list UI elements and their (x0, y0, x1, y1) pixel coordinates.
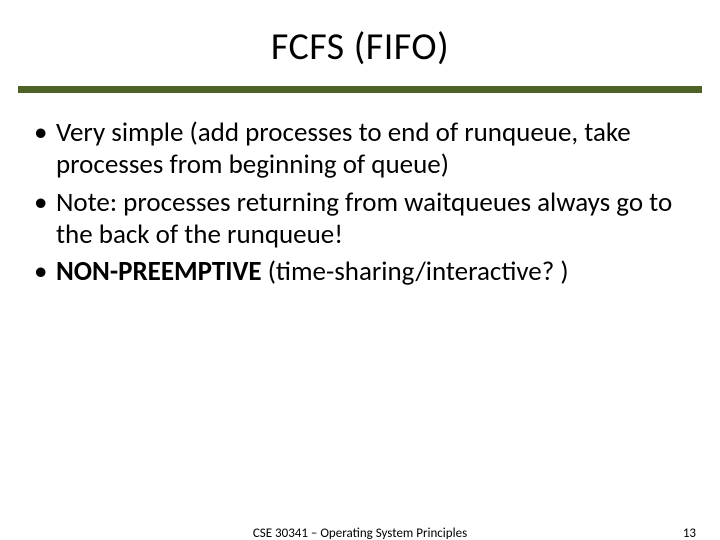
footer-page-number: 13 (683, 526, 696, 540)
slide-title: FCFS (FIFO) (0, 0, 720, 86)
slide: FCFS (FIFO) Very simple (add processes t… (0, 0, 720, 540)
bullet-item: Very simple (add processes to end of run… (30, 117, 690, 181)
slide-body: Very simple (add processes to end of run… (0, 117, 720, 288)
bullet-item: NON-PREEMPTIVE (time-sharing/interactive… (30, 256, 690, 288)
bullet-strong: NON-PREEMPTIVE (56, 255, 262, 288)
bullet-item: Note: processes returning from waitqueue… (30, 187, 690, 251)
bullet-text: Note: processes returning from waitqueue… (56, 186, 672, 251)
bullet-text: Very simple (add processes to end of run… (56, 116, 631, 181)
bullet-text: (time-sharing/interactive? ) (262, 255, 569, 288)
title-underline (18, 86, 702, 93)
bullet-list: Very simple (add processes to end of run… (30, 117, 690, 288)
footer-course: CSE 30341 – Operating System Principles (253, 526, 467, 540)
